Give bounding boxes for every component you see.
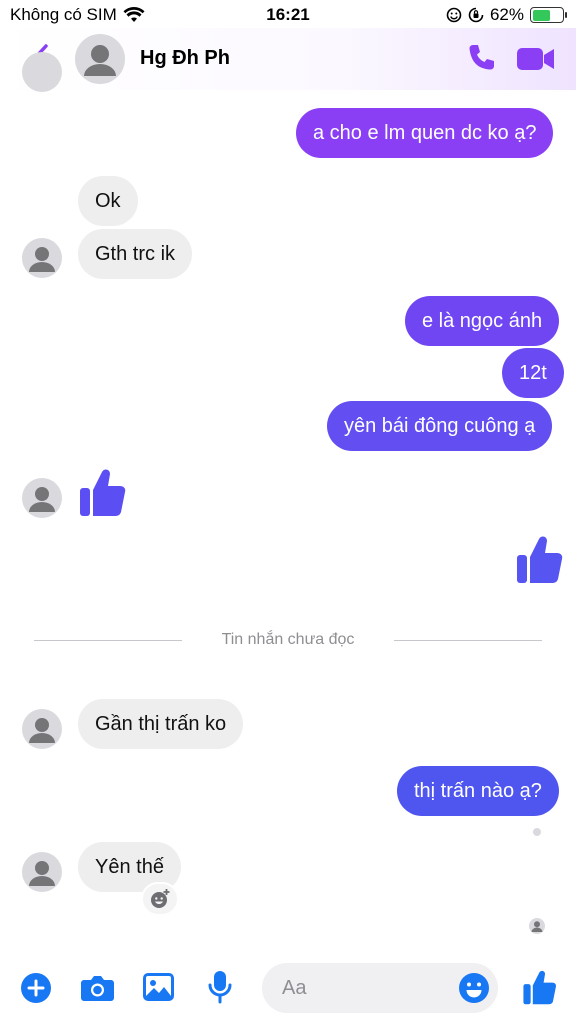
message-outgoing[interactable]: a cho e lm quen dc ko ạ? — [296, 108, 554, 158]
default-avatar-icon — [84, 45, 116, 76]
phone-icon[interactable] — [466, 42, 498, 74]
message-input[interactable]: Aa — [262, 963, 498, 1013]
message-outgoing[interactable]: 12t — [502, 348, 564, 398]
battery-percent: 62% — [489, 5, 524, 24]
default-avatar-icon — [29, 247, 55, 272]
plus-icon[interactable] — [20, 972, 52, 1004]
add-reaction-icon — [151, 889, 170, 908]
like-icon[interactable] — [78, 466, 128, 518]
add-reaction-button[interactable] — [141, 882, 179, 916]
seen-indicator-avatar — [533, 828, 541, 836]
do-not-disturb-icon — [446, 7, 462, 23]
conversation-header: Hg Đh Ph — [0, 28, 576, 90]
message-outgoing[interactable]: yên bái đông cuông ạ — [327, 401, 553, 451]
default-avatar-icon — [29, 861, 55, 886]
seen-indicator-avatar — [529, 918, 545, 934]
contact-avatar-small[interactable] — [22, 478, 62, 518]
unread-divider-line — [394, 640, 542, 641]
video-call-icon[interactable] — [516, 44, 556, 74]
contact-name[interactable]: Hg Đh Ph — [140, 47, 230, 70]
message-incoming[interactable]: Ok — [78, 176, 138, 226]
default-avatar-icon — [531, 921, 543, 932]
contact-avatar-small[interactable] — [22, 238, 62, 278]
message-incoming[interactable]: Gần thị trấn ko — [78, 699, 244, 749]
status-bar: Không có SIM 16:21 62% — [0, 0, 576, 30]
system-status: 62% — [446, 5, 567, 25]
like-icon[interactable] — [515, 533, 565, 585]
like-icon[interactable] — [522, 968, 558, 1006]
message-incoming[interactable]: Gth trc ik — [78, 229, 193, 279]
microphone-icon[interactable] — [207, 970, 233, 1004]
message-input-placeholder: Aa — [282, 976, 307, 999]
contact-avatar[interactable] — [75, 34, 125, 84]
default-avatar-icon — [29, 487, 55, 512]
contact-avatar-small — [22, 52, 62, 92]
image-icon[interactable] — [142, 972, 175, 1002]
contact-avatar-small[interactable] — [22, 709, 62, 749]
emoji-icon[interactable] — [458, 972, 490, 1004]
camera-icon[interactable] — [80, 973, 115, 1003]
rotation-lock-icon — [468, 7, 484, 23]
battery-icon — [530, 7, 567, 23]
composer-bar: Aa — [0, 955, 576, 1024]
default-avatar-icon — [29, 718, 55, 743]
battery-level — [532, 9, 551, 21]
message-outgoing[interactable]: e là ngọc ánh — [405, 296, 560, 346]
contact-avatar-small[interactable] — [22, 852, 62, 892]
message-outgoing[interactable]: thị trấn nào ạ? — [397, 766, 559, 816]
